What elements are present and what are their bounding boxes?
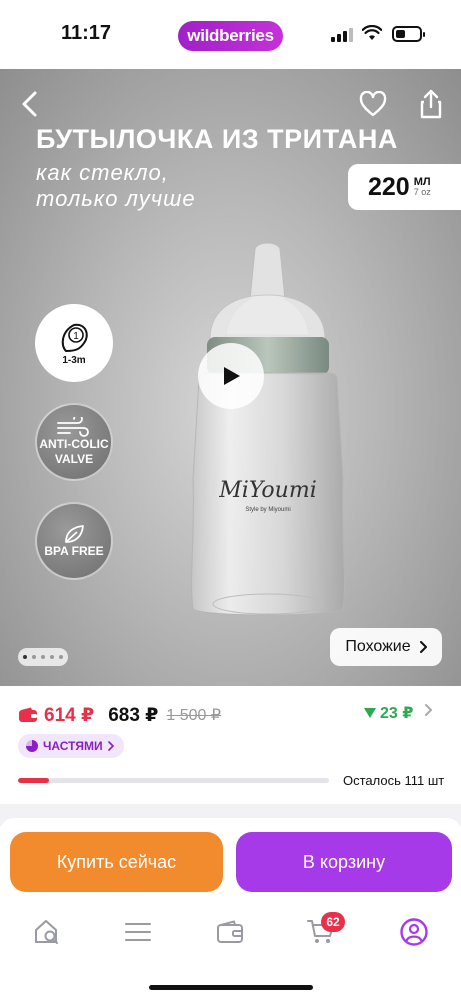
hero-subtitle-line2: только лучше [36, 186, 196, 211]
pie-icon [26, 740, 38, 752]
profile-icon [400, 918, 428, 946]
slide-dot[interactable] [50, 655, 54, 659]
play-video-button[interactable] [198, 343, 264, 409]
wallet-icon [217, 920, 243, 943]
feature-age-number: 1 [73, 331, 79, 342]
feature-bpa-text: BPA FREE [44, 543, 104, 558]
wallet-price: 614 ₽ [44, 704, 95, 726]
home-indicator[interactable] [149, 985, 313, 990]
brand-tagline: Style by Miyoumi [245, 507, 290, 513]
feature-anti-colic-text: ANTI-COLIC VALVE [39, 437, 109, 466]
home-search-icon [35, 920, 58, 944]
signal-icon [331, 28, 353, 42]
similar-button[interactable]: Похожие [330, 628, 442, 666]
volume-value: 220 [368, 172, 410, 201]
product-image: MiYoumi Style by Miyoumi [191, 242, 345, 616]
buy-now-button[interactable]: Купить сейчас [10, 832, 223, 892]
share-icon [420, 89, 442, 119]
leaf-icon [65, 524, 84, 543]
price-chevron-icon[interactable] [424, 703, 432, 717]
stock-progress [18, 778, 329, 783]
wind-icon [57, 417, 89, 437]
wallet-icon [19, 707, 37, 722]
stock-text: Осталось 111 шт [343, 773, 445, 788]
product-gallery[interactable]: БУТЫЛОЧКА ИЗ ТРИТАНА как стекло, только … [0, 69, 461, 686]
menu-icon [125, 923, 151, 941]
tab-catalog[interactable] [122, 916, 154, 948]
hero-subtitle-line1: как стекло, [36, 160, 169, 185]
current-price: 683 ₽ [108, 704, 159, 726]
back-button[interactable] [13, 87, 47, 121]
volume-badge: 220 МЛ 7 oz [348, 164, 461, 210]
battery-icon [392, 26, 425, 42]
feature-bpa-free: BPA FREE [35, 502, 113, 580]
share-button[interactable] [414, 87, 448, 121]
status-bar: 11:17 wildberries [0, 0, 461, 69]
tab-wallet[interactable] [214, 916, 246, 948]
nipple-icon: 1 [61, 323, 88, 352]
installments-label: ЧАСТЯМИ [43, 739, 103, 753]
slide-dot[interactable] [32, 655, 36, 659]
hero-title: БУТЫЛОЧКА ИЗ ТРИТАНА [36, 124, 398, 154]
price-delta[interactable]: 23 ₽ [364, 703, 413, 723]
feature-anti-colic: ANTI-COLIC VALVE [35, 403, 113, 481]
price-delta-value: 23 ₽ [380, 705, 414, 722]
heart-icon [359, 91, 387, 117]
chevron-left-icon [22, 91, 37, 117]
tab-home[interactable] [31, 916, 63, 948]
stock-progress-fill [18, 778, 50, 783]
favorite-button[interactable] [356, 87, 390, 121]
add-to-cart-button[interactable]: В корзину [236, 832, 452, 892]
play-icon [224, 367, 240, 385]
brand-logo[interactable]: wildberries [178, 21, 283, 51]
slide-indicator [18, 648, 68, 666]
similar-label: Похожие [345, 638, 411, 655]
chevron-right-icon [107, 741, 114, 751]
cart-count-badge: 62 [321, 912, 345, 932]
slide-dot[interactable] [59, 655, 63, 659]
wifi-icon [362, 25, 382, 40]
old-price: 1 500 ₽ [166, 707, 222, 724]
feature-age-badge: 1 1-3m [35, 304, 113, 382]
installments-badge[interactable]: ЧАСТЯМИ [18, 734, 124, 758]
tab-profile[interactable] [398, 916, 430, 948]
chevron-right-icon [419, 641, 427, 653]
volume-alt: 7 oz [413, 187, 431, 197]
slide-dot[interactable] [23, 655, 27, 659]
feature-age-text: 1-3m [62, 354, 86, 366]
triangle-down-icon [364, 708, 376, 718]
clock: 11:17 [61, 22, 112, 44]
slide-dot[interactable] [41, 655, 45, 659]
brand-logo-text: MiYoumi [218, 478, 317, 503]
